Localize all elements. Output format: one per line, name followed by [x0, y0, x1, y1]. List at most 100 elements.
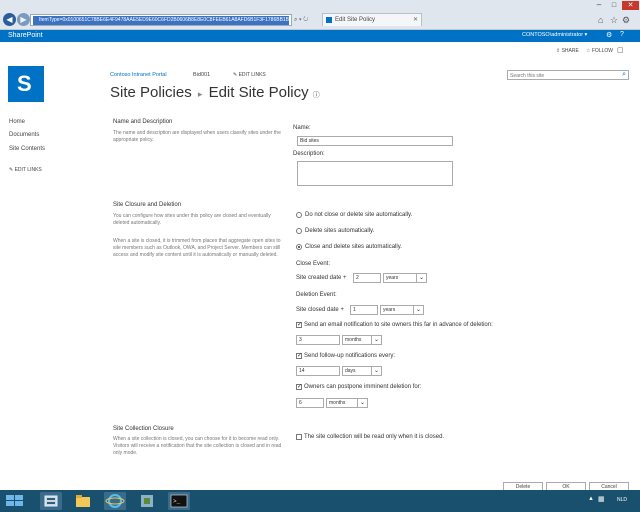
chevron-down-icon: ⌄ — [415, 307, 421, 313]
chevron-down-icon: ⌄ — [359, 400, 365, 406]
collection-section-description: When a site collection is closed, you ca… — [113, 436, 282, 456]
radio-no-close[interactable] — [296, 212, 302, 218]
search-input[interactable] — [510, 72, 610, 79]
radio-delete-auto[interactable] — [296, 228, 302, 234]
page-title: Site Policies ▸ Edit Site Policy ⓘ — [110, 84, 320, 101]
tab-edit-site-policy[interactable]: Edit Site Policy ✕ — [322, 13, 422, 26]
title-separator: ▸ — [197, 89, 203, 99]
followup-unit-select[interactable]: days ⌄ — [342, 366, 382, 376]
postpone-unit-value: months — [329, 400, 346, 406]
network-icon[interactable]: ▦ — [598, 495, 605, 503]
delete-prefix: Site closed date + — [296, 307, 344, 313]
description-label: Description: — [293, 151, 325, 157]
management-console-icon[interactable] — [136, 492, 158, 510]
readonly-checkbox[interactable] — [296, 434, 302, 440]
file-explorer-icon[interactable] — [72, 492, 94, 510]
email-unit-select[interactable]: months ⌄ — [342, 335, 382, 345]
name-section-title: Name and Description — [113, 119, 173, 125]
focus-icon[interactable]: ▢ — [617, 46, 624, 54]
email-notification-checkbox[interactable]: ✓ — [296, 322, 302, 328]
address-url: ItemType=0x0100651C78BE6E4F9478AAE5ED9E6… — [33, 16, 289, 25]
window-controls: – □ ✕ — [580, 0, 640, 11]
radio-no-close-label: Do not close or delete site automaticall… — [305, 212, 413, 218]
back-icon[interactable]: ◀ — [3, 13, 16, 26]
home-icon[interactable]: ⌂ — [598, 15, 603, 25]
header-edit-links[interactable]: ✎ EDIT LINKS — [233, 72, 266, 78]
close-tab-icon[interactable]: ✕ — [413, 14, 418, 26]
info-icon[interactable]: ⓘ — [313, 92, 320, 99]
user-menu[interactable]: CONTOSO\administrator ▾ — [522, 32, 587, 38]
email-value-field[interactable]: 3 — [296, 335, 340, 345]
command-prompt-icon[interactable]: >_ — [168, 492, 190, 510]
name-field[interactable]: Bid sites — [297, 136, 453, 146]
minimize-button[interactable]: – — [592, 1, 606, 10]
readonly-label: The site collection will be read only wh… — [304, 434, 445, 440]
delete-unit-select[interactable]: years ⌄ — [380, 305, 424, 315]
follow-label: FOLLOW — [591, 48, 613, 54]
closure-section-title: Site Closure and Deletion — [113, 202, 182, 208]
close-unit-value: years — [386, 275, 399, 281]
postpone-label: Owners can postpone imminent deletion fo… — [304, 384, 422, 390]
followup-unit-value: days — [345, 368, 356, 374]
search-icon[interactable]: ⌕ — [622, 71, 626, 79]
close-window-button[interactable]: ✕ — [622, 1, 639, 10]
language-indicator[interactable]: NLD — [617, 497, 627, 503]
postpone-checkbox[interactable]: ✓ — [296, 384, 302, 390]
followup-value-field[interactable]: 14 — [296, 366, 340, 376]
followup-checkbox[interactable]: ✓ — [296, 353, 302, 359]
postpone-unit-select[interactable]: months ⌄ — [326, 398, 368, 408]
site-logo[interactable]: S — [8, 66, 44, 102]
sidebar-item-site-contents[interactable]: Site Contents — [9, 146, 45, 152]
title-main: Site Policies — [110, 84, 192, 101]
sidebar-edit-links-label: EDIT LINKS — [14, 167, 42, 173]
collection-section-title: Site Collection Closure — [113, 426, 174, 432]
close-value-field[interactable]: 2 — [353, 273, 381, 283]
sharepoint-brand[interactable]: SharePoint — [8, 32, 43, 39]
start-button[interactable] — [2, 492, 30, 510]
name-section-description: The name and description are displayed w… — [113, 130, 281, 143]
closure-description-1: You can configure how sites under this p… — [113, 213, 271, 226]
search-box[interactable]: ⌕ — [507, 70, 629, 80]
email-unit-value: months — [345, 337, 362, 343]
gear-icon[interactable]: ⚙ — [622, 15, 630, 26]
tray-arrow-icon[interactable]: ▲ — [588, 496, 594, 502]
tab-label: Edit Site Policy — [335, 17, 376, 23]
server-manager-icon[interactable] — [40, 492, 62, 510]
sharepoint-tab-icon — [326, 17, 332, 23]
windows-logo-icon — [6, 495, 23, 506]
logo-letter: S — [17, 71, 32, 96]
deletion-event-label: Deletion Event: — [296, 292, 337, 298]
close-unit-select[interactable]: years ⌄ — [383, 273, 427, 283]
radio-close-and-delete[interactable] — [296, 244, 302, 250]
name-label: Name: — [293, 125, 311, 131]
help-icon[interactable]: ? — [620, 31, 624, 38]
follow-action[interactable]: ☆ FOLLOW — [586, 48, 613, 54]
breadcrumb-portal[interactable]: Contoso Intranet Portal — [110, 72, 167, 78]
radio-delete-auto-label: Delete sites automatically. — [305, 228, 375, 234]
maximize-button[interactable]: □ — [607, 1, 621, 10]
header-edit-links-label: EDIT LINKS — [238, 72, 266, 78]
sidebar-item-documents[interactable]: Documents — [9, 132, 39, 138]
delete-value-field[interactable]: 1 — [350, 305, 378, 315]
breadcrumb-site[interactable]: Bid001 — [193, 72, 210, 78]
postpone-value-field[interactable]: 6 — [296, 398, 324, 408]
sidebar-item-home[interactable]: Home — [9, 119, 25, 125]
share-action[interactable]: ⇪ SHARE — [556, 48, 579, 54]
internet-explorer-icon[interactable] — [104, 492, 126, 510]
forward-icon[interactable]: ▶ — [17, 13, 30, 26]
star-icon[interactable]: ☆ — [610, 15, 618, 26]
email-notification-label: Send an email notification to site owner… — [304, 322, 493, 328]
taskbar — [0, 490, 640, 512]
closure-description-2: When a site is closed, it is trimmed fro… — [113, 238, 281, 258]
address-bar[interactable]: ItemType=0x0100651C78BE6E4F9478AAE5ED9E6… — [30, 14, 292, 26]
followup-label: Send follow-up notifications every: — [304, 353, 396, 359]
description-field[interactable] — [297, 161, 453, 186]
title-sub: Edit Site Policy — [208, 84, 309, 101]
chevron-down-icon: ⌄ — [373, 368, 379, 374]
chevron-down-icon: ⌄ — [418, 275, 424, 281]
settings-gear-icon[interactable]: ⚙ — [606, 31, 612, 39]
sidebar-edit-links[interactable]: ✎ EDIT LINKS — [9, 167, 42, 173]
svg-text:>_: >_ — [173, 498, 181, 505]
share-label: SHARE — [561, 48, 579, 54]
address-tools: ⌕ ▾ ↻ — [294, 17, 309, 23]
